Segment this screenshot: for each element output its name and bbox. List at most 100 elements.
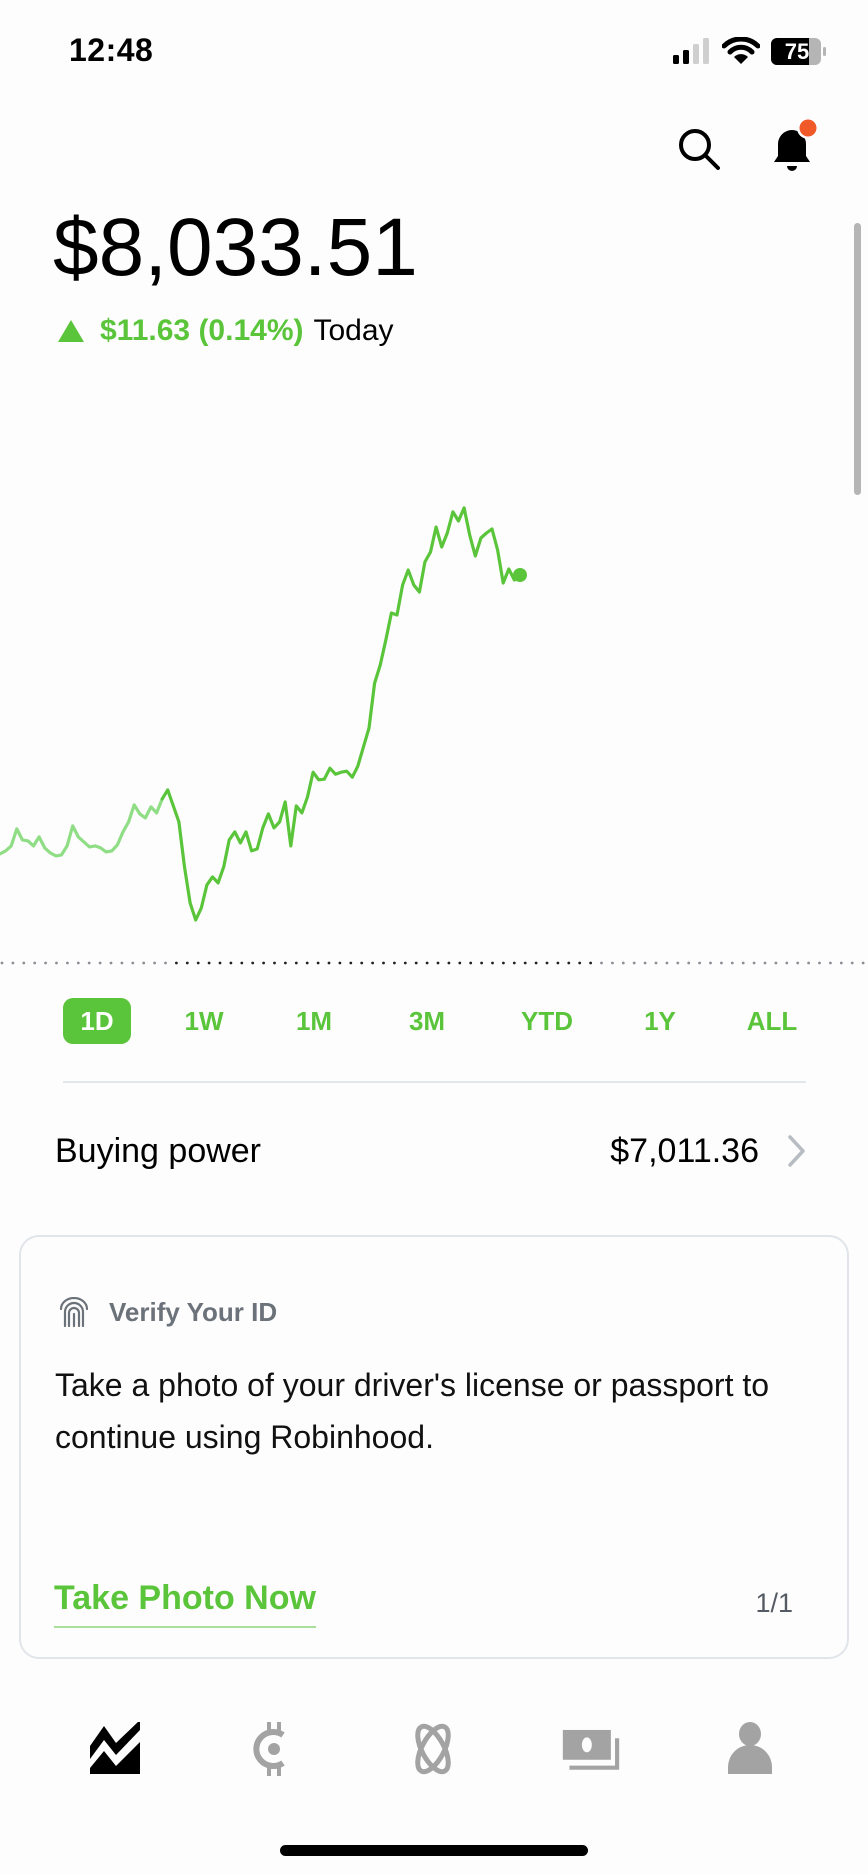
reference-dot — [676, 961, 680, 965]
buying-power-row[interactable]: Buying power $7,011.36 — [0, 1110, 868, 1190]
reference-dot — [22, 961, 26, 965]
daily-change: $11.63 (0.14%) Today — [58, 312, 394, 350]
reference-dot — [850, 961, 854, 965]
reference-dot — [436, 961, 440, 965]
reference-dot — [294, 961, 298, 965]
notification-badge — [799, 119, 817, 137]
change-value: $11.63 (0.14%) — [100, 314, 304, 347]
cellular-signal-icon — [673, 38, 709, 64]
reference-dot — [491, 961, 494, 965]
reference-dot — [360, 961, 364, 965]
reference-dot — [349, 961, 353, 965]
reference-dot — [643, 961, 647, 965]
reference-dot — [796, 961, 800, 965]
range-tab-ytd[interactable]: YTD — [509, 998, 585, 1044]
reference-dot — [196, 961, 200, 965]
reference-dot — [545, 961, 549, 965]
status-time: 12:48 — [69, 32, 154, 68]
reference-dot — [403, 961, 407, 965]
reference-dot — [698, 961, 701, 965]
reference-dot — [512, 961, 516, 965]
reference-dot — [229, 961, 233, 965]
reference-dot — [469, 961, 473, 965]
reference-dot — [763, 961, 767, 965]
reference-dot — [207, 961, 211, 965]
reference-dot — [829, 961, 832, 965]
reference-dot — [534, 961, 538, 965]
take-photo-button[interactable]: Take Photo Now — [54, 1579, 316, 1628]
cash-bill-icon — [562, 1729, 620, 1770]
nav-account[interactable] — [721, 1722, 779, 1776]
reference-dot — [175, 961, 178, 965]
reference-dot — [44, 961, 47, 965]
reference-dot — [720, 961, 723, 965]
card-body: Take a photo of your driver's license or… — [55, 1367, 770, 1455]
portfolio-balance: $8,033.51 — [53, 202, 418, 293]
chart-line — [160, 506, 522, 922]
nav-investing[interactable] — [86, 1722, 144, 1776]
range-tab-1d[interactable]: 1D — [63, 998, 131, 1044]
buying-power-value: $7,011.36 — [610, 1132, 759, 1170]
person-icon — [728, 1722, 772, 1774]
reference-dot — [589, 961, 592, 965]
fingerprint-icon — [59, 1297, 89, 1327]
reference-dot — [0, 961, 4, 965]
reference-dot — [382, 961, 385, 965]
reference-dot — [502, 961, 505, 965]
reference-dot — [611, 961, 614, 965]
reference-dot — [164, 961, 167, 965]
nav-explore[interactable] — [404, 1722, 462, 1776]
reference-dot — [33, 961, 37, 965]
reference-dot — [66, 961, 69, 965]
stock-chart-icon — [90, 1722, 140, 1774]
reference-dot — [131, 961, 135, 965]
divider — [63, 1081, 806, 1083]
reference-dot — [578, 961, 582, 965]
reference-dot — [338, 961, 342, 965]
portfolio-chart[interactable] — [0, 480, 868, 980]
reference-dot — [556, 961, 560, 965]
reference-dot — [785, 961, 789, 965]
reference-dot — [839, 961, 843, 965]
wifi-icon — [722, 37, 760, 64]
reference-dot — [218, 961, 222, 965]
reference-dot — [752, 961, 756, 965]
reference-dot — [120, 961, 124, 965]
reference-dot — [687, 961, 691, 965]
reference-dot — [153, 961, 157, 965]
previous-close-line — [0, 961, 865, 965]
reference-dot — [55, 961, 58, 965]
battery-level: 75 — [784, 39, 810, 64]
search-button[interactable] — [676, 126, 722, 172]
reference-dot — [284, 961, 287, 965]
reference-dot — [87, 961, 91, 965]
nav-crypto[interactable] — [245, 1722, 303, 1776]
reference-dot — [76, 961, 80, 965]
reference-dot — [371, 961, 374, 965]
range-tab-1m[interactable]: 1M — [276, 998, 352, 1044]
reference-dot — [654, 961, 658, 965]
range-tab-3m[interactable]: 3M — [389, 998, 465, 1044]
card-pager: 1/1 — [755, 1588, 793, 1618]
reference-dot — [665, 961, 669, 965]
notifications-button[interactable] — [766, 118, 822, 174]
range-tab-1w[interactable]: 1W — [166, 998, 242, 1044]
reference-dot — [621, 961, 625, 965]
range-tab-1y[interactable]: 1Y — [622, 998, 698, 1044]
reference-dot — [305, 961, 309, 965]
current-value-dot — [513, 568, 527, 582]
scrollbar[interactable] — [854, 223, 861, 495]
reference-dot — [807, 961, 810, 965]
reference-dot — [11, 961, 15, 965]
atom-orbit-icon — [415, 1723, 451, 1775]
up-triangle-icon — [58, 320, 84, 342]
reference-dot — [393, 961, 396, 965]
reference-dot — [774, 961, 778, 965]
reference-dot — [480, 961, 483, 965]
home-indicator[interactable] — [280, 1845, 588, 1856]
range-tab-all[interactable]: ALL — [734, 998, 810, 1044]
reference-dot — [240, 961, 244, 965]
reference-dot — [709, 961, 712, 965]
crypto-coin-icon — [253, 1722, 285, 1776]
nav-cash[interactable] — [562, 1722, 620, 1776]
